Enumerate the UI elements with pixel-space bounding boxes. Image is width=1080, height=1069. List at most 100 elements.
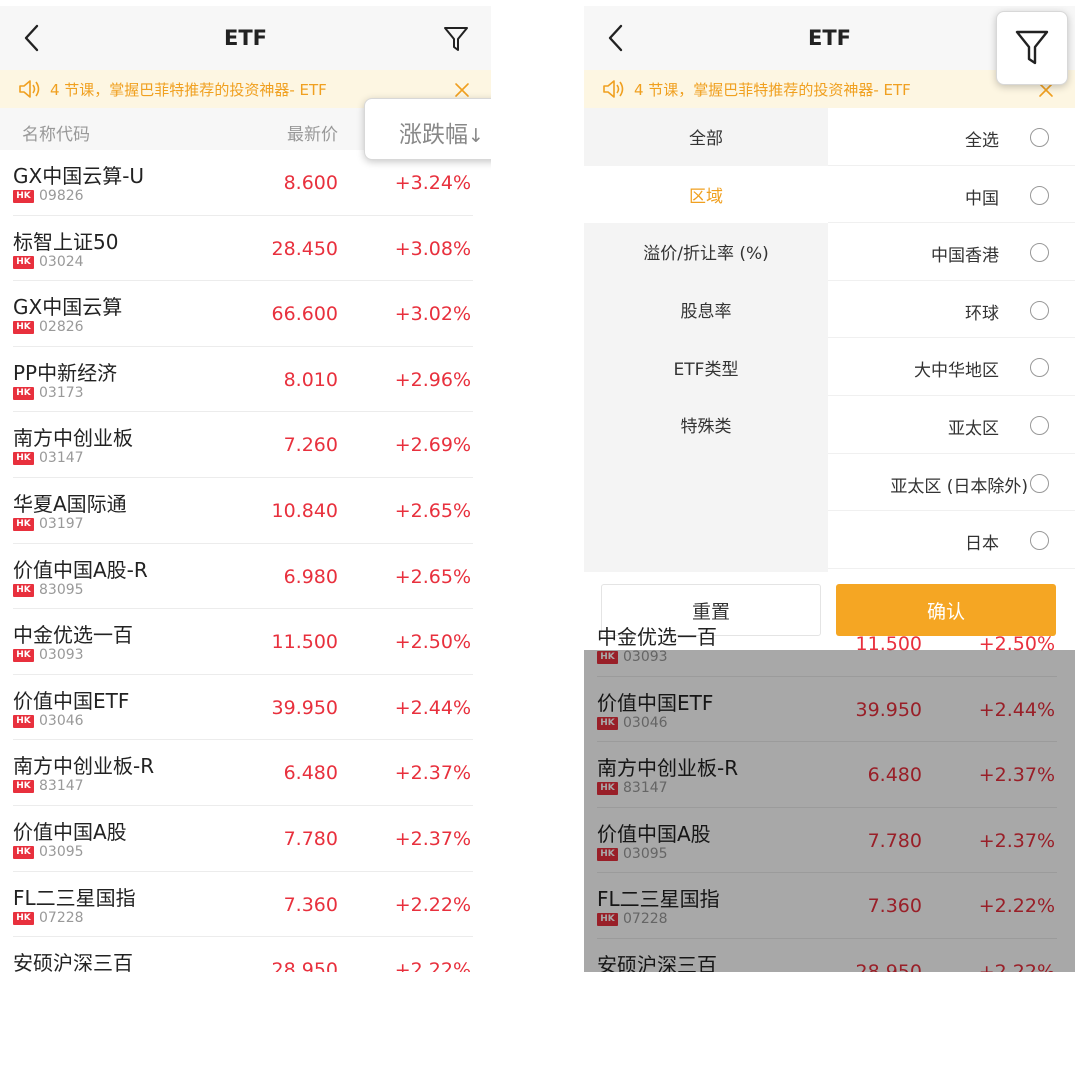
etf-name: 标智上证50 xyxy=(13,229,119,254)
sort-change-label: 涨跌幅↓ xyxy=(399,122,484,148)
radio-circle-icon[interactable] xyxy=(1030,185,1049,205)
etf-code: 03093 xyxy=(39,647,84,664)
market-badge: HK xyxy=(13,583,34,597)
etf-list: GX中国云算-U HK 09826 8.600 +3.24% 标智上证50 HK 03024 2… xyxy=(0,150,491,972)
etf-code: 07228 xyxy=(39,909,84,926)
filter-panel: 全部 区域 溢价/折让率 (%) 股息率 ETF类型 特殊类 全选中国中国香港环球大中华地… xyxy=(584,108,1075,572)
filter-option-label: 环球 xyxy=(965,303,999,324)
filter-option-item[interactable]: 全选 xyxy=(828,108,1075,166)
etf-change: +2.37% xyxy=(394,762,471,785)
etf-code: 03173 xyxy=(39,384,84,401)
dim-overlay[interactable] xyxy=(584,650,1075,972)
market-badge: HK xyxy=(13,386,34,400)
table-row[interactable]: 安硕沪深三百HK28.950+2.22% xyxy=(0,937,491,972)
radio-circle-icon[interactable] xyxy=(1030,358,1049,378)
filter-funnel-icon[interactable] xyxy=(996,11,1068,85)
speaker-icon xyxy=(602,79,626,99)
filter-option-item[interactable]: 中国香港 xyxy=(828,223,1075,281)
filter-option-item[interactable]: 环球 xyxy=(828,281,1075,339)
etf-price: 8.600 xyxy=(283,172,338,194)
filter-category-item[interactable]: 区域 xyxy=(584,165,828,224)
speaker-icon xyxy=(18,79,42,99)
etf-code: 02826 xyxy=(39,319,84,336)
etf-name: 南方中创业板 xyxy=(13,426,133,451)
etf-price: 39.950 xyxy=(271,696,338,719)
market-badge: HK xyxy=(13,190,34,203)
filter-category-item[interactable]: 溢价/折让率 (%) xyxy=(584,223,828,281)
etf-code: 03197 xyxy=(39,515,84,532)
table-row[interactable]: 价值中国ETF HK 03046 39.950 +2.44% xyxy=(0,675,491,741)
table-row[interactable]: 标智上证50 HK 03024 28.450 +3.08% xyxy=(0,216,491,282)
etf-change: +3.02% xyxy=(394,303,471,326)
market-badge: HK xyxy=(13,780,34,794)
filter-option-label: 中国 xyxy=(965,188,999,209)
etf-price: 7.360 xyxy=(283,893,338,916)
filter-option-item[interactable]: 亚太区 xyxy=(828,396,1075,454)
filter-option-item[interactable]: 日本 xyxy=(828,511,1075,569)
filter-category-item[interactable]: 特殊类 xyxy=(584,396,828,454)
table-row[interactable]: FL二三星国指 HK 07228 7.360 +2.22% xyxy=(0,872,491,938)
radio-circle-icon[interactable] xyxy=(1030,243,1049,263)
column-price-label[interactable]: 最新价 xyxy=(287,120,338,145)
etf-name: 价值中国A股-R xyxy=(13,557,148,582)
table-row[interactable]: 南方中创业板-R HK 83147 6.480 +2.37% xyxy=(0,740,491,806)
etf-name: 价值中国A股 xyxy=(13,819,127,844)
etf-name: GX中国云算 xyxy=(13,295,123,320)
filter-option-list: 全选中国中国香港环球大中华地区亚太区亚太区 (日本除外) 日本 xyxy=(828,108,1075,572)
table-row[interactable]: 价值中国A股-R HK 83095 6.980 +2.65% xyxy=(0,544,491,610)
filter-category-item[interactable]: ETF类型 xyxy=(584,338,828,396)
table-row[interactable]: PP中新经济 HK 03173 8.010 +2.96% xyxy=(0,347,491,413)
etf-change: +2.96% xyxy=(394,368,471,391)
etf-name: 中金优选一百 xyxy=(597,625,717,649)
etf-name: PP中新经济 xyxy=(13,360,118,385)
market-badge: HK xyxy=(13,517,34,531)
table-row[interactable]: 南方中创业板 HK 03147 7.260 +2.69% xyxy=(0,412,491,478)
etf-name: GX中国云算-U xyxy=(13,164,145,188)
table-row[interactable]: 华夏A国际通 HK 03197 10.840 +2.65% xyxy=(0,478,491,544)
etf-list-screen: ETF 4 节课，掌握巴菲特推荐的投资神器- ETF 名称代码 最新价 GX中国… xyxy=(0,6,491,972)
nav-bar: ETF xyxy=(0,6,491,70)
filter-category-item[interactable]: 股息率 xyxy=(584,281,828,339)
etf-code: 03046 xyxy=(39,712,84,729)
market-badge: HK xyxy=(13,714,34,728)
etf-name: FL二三星国指 xyxy=(13,885,136,910)
etf-name: 安硕沪深三百 xyxy=(13,951,133,972)
market-badge: HK xyxy=(13,845,34,859)
filter-category-list: 全部 区域 溢价/折让率 (%) 股息率 ETF类型 特殊类 xyxy=(584,108,828,572)
etf-code: 83147 xyxy=(39,778,84,795)
radio-circle-icon[interactable] xyxy=(1030,531,1049,551)
table-row[interactable]: 价值中国A股 HK 03095 7.780 +2.37% xyxy=(0,806,491,872)
etf-price: 6.480 xyxy=(283,762,338,785)
filter-option-item[interactable]: 大中华地区 xyxy=(828,338,1075,396)
filter-funnel-icon[interactable] xyxy=(440,22,472,56)
etf-price: 7.260 xyxy=(283,434,338,457)
notice-text: 4 节课，掌握巴菲特推荐的投资神器- ETF xyxy=(634,81,911,99)
page-title: ETF xyxy=(223,26,267,50)
filter-option-item[interactable]: 中国 xyxy=(828,166,1075,224)
filter-option-item[interactable]: 亚太区 (日本除外) xyxy=(828,454,1075,512)
table-row[interactable]: GX中国云算 HK 02826 66.600 +3.02% xyxy=(0,281,491,347)
table-row[interactable]: 中金优选一百 HK 03093 11.500 +2.50% xyxy=(0,609,491,675)
etf-code: 83095 xyxy=(39,581,84,598)
etf-name: 中金优选一百 xyxy=(13,623,133,648)
filter-option-label: 全选 xyxy=(965,131,999,151)
etf-code: 03095 xyxy=(39,843,84,860)
etf-change: +2.69% xyxy=(394,434,471,457)
etf-price: 66.600 xyxy=(271,303,338,326)
etf-change: +3.24% xyxy=(394,172,471,194)
radio-circle-icon[interactable] xyxy=(1030,128,1049,147)
filter-option-label: 中国香港 xyxy=(931,246,999,267)
notice-text: 4 节课，掌握巴菲特推荐的投资神器- ETF xyxy=(50,81,327,99)
filter-option-label: 亚太区 xyxy=(948,418,999,439)
etf-change: +2.65% xyxy=(394,565,471,588)
etf-name: 华夏A国际通 xyxy=(13,491,127,516)
radio-circle-icon[interactable] xyxy=(1030,300,1049,320)
radio-circle-icon[interactable] xyxy=(1030,473,1049,493)
etf-price: 11.500 xyxy=(271,631,338,654)
sort-change-header[interactable]: 涨跌幅↓ xyxy=(364,98,491,160)
etf-price: 28.450 xyxy=(271,237,338,260)
filter-option-label: 日本 xyxy=(965,534,999,555)
filter-category-item[interactable]: 全部 xyxy=(584,108,828,166)
market-badge: HK xyxy=(13,321,34,335)
radio-circle-icon[interactable] xyxy=(1030,415,1049,435)
